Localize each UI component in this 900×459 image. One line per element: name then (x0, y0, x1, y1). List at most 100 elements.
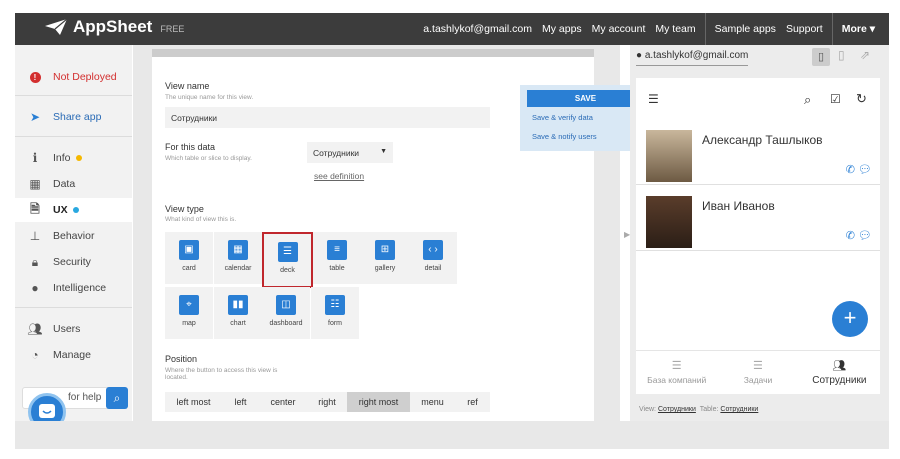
sidebar-item-label: Info (53, 152, 71, 164)
sidebar-item-behavior[interactable]: ⊥ Behavior (15, 224, 132, 248)
paper-plane-icon (45, 19, 67, 35)
chat-bubble-icon[interactable]: 💬︎ (858, 164, 872, 176)
sidebar-item-label: UX (53, 204, 68, 216)
position-ref[interactable]: ref (455, 392, 490, 412)
tablet-preview-icon[interactable]: ▯ (838, 48, 852, 66)
top-bar: AppSheet FREE a.tashlykof@gmail.com My a… (15, 13, 889, 45)
save-button[interactable]: SAVE (527, 90, 644, 107)
person-name: Иван Иванов (702, 199, 775, 213)
list-item[interactable]: Александр Ташлыков ✆ 💬︎ (636, 125, 880, 185)
position-left[interactable]: left (222, 392, 259, 412)
position-left-most[interactable]: left most (165, 392, 222, 412)
view-type-hint: What kind of view this is. (165, 216, 237, 223)
view-type-label: map (182, 320, 196, 327)
lock-icon: 🔒︎ (31, 254, 39, 269)
add-fab-button[interactable]: + (832, 301, 868, 337)
footer-view-label: View: (639, 406, 656, 413)
users-icon: 👥︎ (832, 360, 847, 372)
bar-chart-icon: ▮▮ (228, 295, 248, 315)
view-type-label: deck (280, 267, 295, 274)
share-app-item[interactable]: ➤ Share app (15, 105, 132, 129)
view-type-chart[interactable]: ▮▮ chart (214, 287, 262, 339)
brand-name: AppSheet (73, 17, 153, 36)
sidebar-item-security[interactable]: 🔒︎ Security (15, 250, 132, 274)
data-label: For this data (165, 142, 216, 152)
footer-table-label: Table: (699, 406, 719, 413)
phone-icon[interactable]: ✆ (846, 164, 855, 176)
view-type-label: calendar (224, 265, 252, 272)
appsheet-logo[interactable]: AppSheet FREE (45, 17, 184, 37)
warning-dot (75, 155, 82, 161)
tab-companies[interactable]: ☰ База компаний (636, 351, 717, 394)
footer-view-link[interactable]: Сотрудники (658, 406, 696, 413)
view-type-calendar[interactable]: ▦ calendar (214, 232, 262, 284)
nav-support[interactable]: Support (781, 23, 828, 35)
deploy-status[interactable]: ! Not Deployed (15, 65, 132, 89)
external-link-icon[interactable]: ⇗ (860, 48, 874, 66)
preview-footer: View: Сотрудники Table: Сотрудники (639, 406, 758, 413)
sidebar-item-data[interactable]: ▦ Data (15, 172, 132, 196)
data-source-value: Сотрудники (313, 148, 360, 158)
position-menu[interactable]: menu (410, 392, 455, 412)
refresh-icon[interactable]: ↻ (856, 91, 867, 107)
lightbulb-icon: ● (31, 281, 39, 295)
gallery-icon: ⊞ (375, 240, 395, 260)
view-type-label: dashboard (269, 320, 303, 327)
view-name-field[interactable]: Сотрудники (165, 107, 490, 128)
user-email[interactable]: a.tashlykof@gmail.com (418, 23, 537, 35)
user-icon: ● (636, 50, 643, 61)
view-type-label: chart (230, 320, 246, 327)
view-type-form[interactable]: ☷ form (311, 287, 359, 339)
divider (15, 95, 132, 96)
nav-divider (704, 13, 706, 45)
nav-my-team[interactable]: My team (650, 23, 700, 35)
position-right[interactable]: right (307, 392, 347, 412)
view-type-gallery[interactable]: ⊞ gallery (361, 232, 409, 284)
preview-account[interactable]: ● a.tashlykof@gmail.com (636, 50, 749, 66)
menu-icon[interactable]: ☰ (648, 92, 659, 106)
list-icon: ☰ (753, 360, 763, 372)
data-source-select[interactable]: Сотрудники ▼ (307, 142, 393, 163)
search-button[interactable]: ⌕ (106, 387, 128, 409)
view-type-dashboard[interactable]: ◫ dashboard (262, 287, 310, 339)
mobile-preview-icon[interactable]: ▯ (812, 48, 830, 66)
list-item[interactable]: Иван Иванов ✆ 💬︎ (636, 191, 880, 251)
sidebar-item-info[interactable]: i Info (15, 146, 132, 170)
see-definition-link[interactable]: see definition (314, 171, 364, 181)
save-notify-link[interactable]: Save & notify users (532, 132, 597, 141)
sidebar-item-manage[interactable]: ◔ Manage (15, 343, 132, 367)
footer-table-link[interactable]: Сотрудники (720, 406, 758, 413)
help-search-input[interactable]: for help (68, 392, 101, 403)
dashboard-icon: ◔ (31, 348, 39, 362)
view-type-table[interactable]: ≡ table (313, 232, 361, 284)
view-type-detail[interactable]: ‹ › detail (409, 232, 457, 284)
position-right-most[interactable]: right most (347, 392, 410, 412)
save-verify-link[interactable]: Save & verify data (532, 113, 593, 122)
person-name: Александр Ташлыков (702, 133, 823, 147)
view-type-card[interactable]: ▣ card (165, 232, 213, 284)
tab-tasks[interactable]: ☰ Задачи (717, 351, 798, 394)
position-center[interactable]: center (259, 392, 307, 412)
sidebar-item-intelligence[interactable]: ● Intelligence (15, 276, 132, 300)
nav-my-apps[interactable]: My apps (537, 23, 587, 35)
search-icon[interactable]: ⌕ (804, 92, 811, 108)
tab-employees[interactable]: 👥︎ Сотрудники (799, 351, 880, 394)
collapse-arrow-icon[interactable]: ▶ (624, 230, 630, 239)
alert-icon: ! (27, 71, 43, 83)
nav-my-account[interactable]: My account (587, 23, 651, 35)
view-type-label: form (328, 320, 342, 327)
checkbox-icon[interactable]: ☑ (830, 92, 841, 106)
sidebar-item-label: Intelligence (53, 282, 107, 294)
view-type-map[interactable]: ⌖ map (165, 287, 213, 339)
view-type-deck[interactable]: ☰ deck (262, 232, 313, 288)
nav-sample-apps[interactable]: Sample apps (710, 23, 781, 35)
nav-more-menu[interactable]: More ▾ (837, 23, 889, 35)
chat-bubble-icon[interactable]: 💬︎ (858, 230, 872, 242)
sidebar-item-users[interactable]: 👥︎ Users (15, 317, 132, 341)
chevron-down-icon: ▼ (380, 148, 387, 155)
phone-icon[interactable]: ✆ (846, 230, 855, 242)
deploy-status-label: Not Deployed (53, 71, 117, 83)
tab-label: Задачи (743, 375, 773, 385)
data-hint: Which table or slice to display. (165, 155, 252, 162)
sidebar-item-ux[interactable]: 🗎 UX (15, 198, 132, 222)
